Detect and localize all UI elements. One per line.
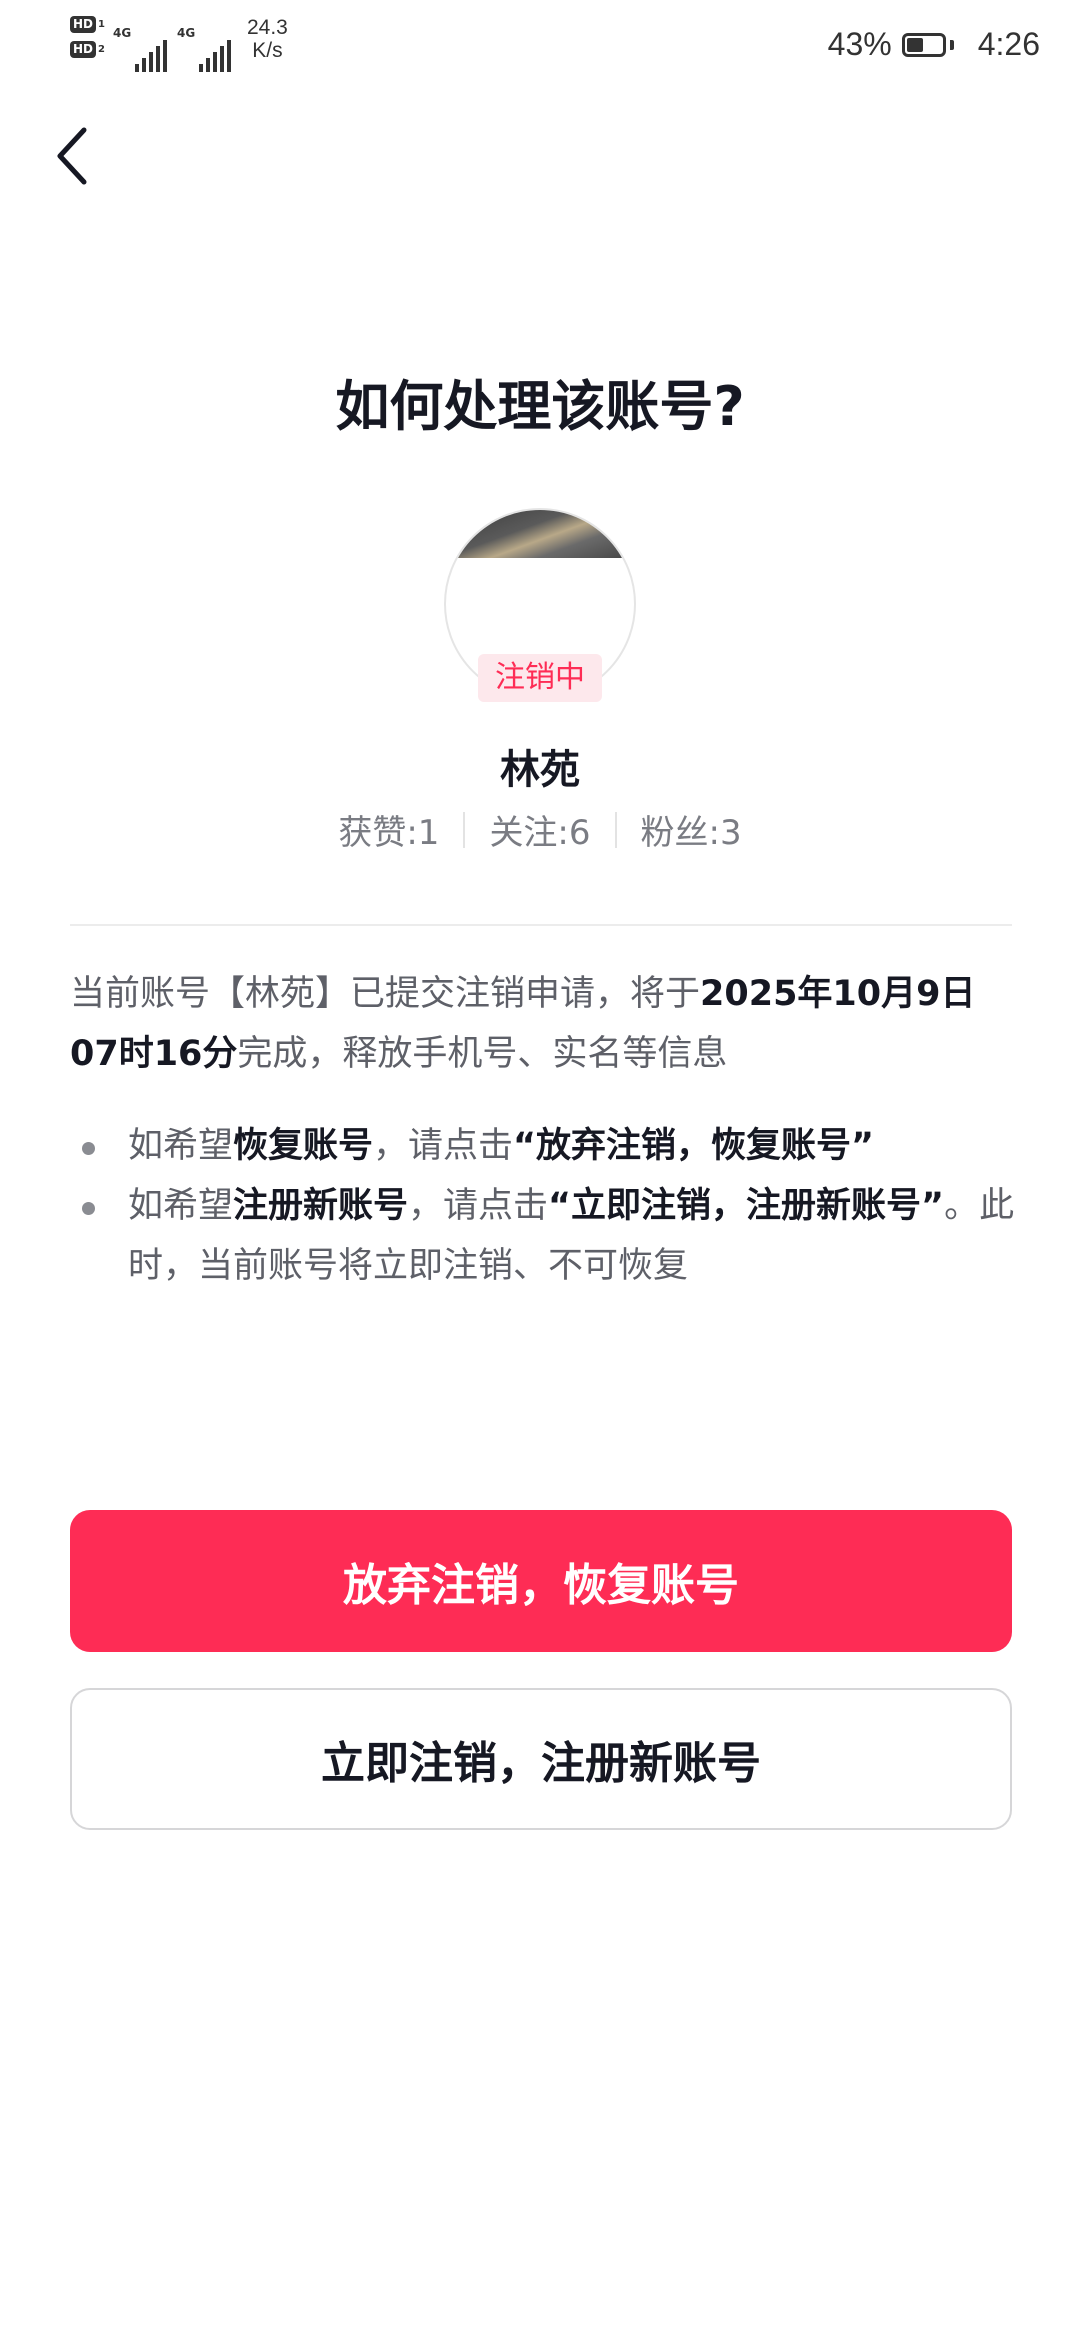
- hd-slot: 2: [98, 44, 105, 55]
- stat-value: 1: [417, 813, 440, 853]
- hd-label: HD: [70, 16, 97, 33]
- deactivation-notice: 当前账号【林苑】已提交注销申请，将于2025年10月9日07时16分完成，释放手…: [70, 964, 1020, 1084]
- profile-stats: 获赞:1 关注:6 粉丝:3: [0, 805, 1080, 854]
- notice-text: 当前账号【林苑】已提交注销申请，将于: [70, 974, 701, 1014]
- status-bar: HD 1 HD 2 4G 4G 24.3 K/s 43% 4:26: [0, 0, 1080, 96]
- signal-icon: 4G: [113, 16, 167, 72]
- status-left: HD 1 HD 2 4G 4G 24.3 K/s: [70, 16, 288, 80]
- option-list: 如希望恢复账号，请点击“放弃注销，恢复账号” 如希望注册新账号，请点击“立即注销…: [70, 1116, 1020, 1296]
- bullet-emphasis: 注册新账号: [233, 1186, 409, 1226]
- speed-value: 24.3: [246, 16, 288, 39]
- list-item: 如希望恢复账号，请点击“放弃注销，恢复账号”: [70, 1116, 1020, 1176]
- bullet-text: ，请点击: [373, 1126, 514, 1166]
- stat-followers: 粉丝:3: [617, 805, 766, 854]
- page-title: 如何处理该账号?: [335, 375, 745, 438]
- bullet-emphasis: “放弃注销，恢复账号”: [513, 1126, 875, 1166]
- battery-percent: 43%: [827, 26, 892, 62]
- stat-label: 获赞:: [338, 813, 418, 853]
- bullet-text: 如希望: [128, 1186, 234, 1226]
- section-divider: [70, 924, 1012, 926]
- back-button[interactable]: [44, 120, 100, 192]
- hd-indicator-2: HD 2: [70, 41, 105, 58]
- avatar-image: [446, 510, 634, 558]
- stat-label: 关注:: [489, 813, 569, 853]
- hd-indicators: HD 1 HD 2: [70, 16, 105, 58]
- network-type: 4G: [112, 26, 132, 40]
- bullet-text: ，请点击: [408, 1186, 549, 1226]
- network-type: 4G: [176, 26, 196, 40]
- restore-account-button[interactable]: 放弃注销，恢复账号: [70, 1510, 1012, 1652]
- bullet-text: 如希望: [128, 1126, 234, 1166]
- hd-indicator-1: HD 1: [70, 16, 105, 33]
- status-badge: 注销中: [478, 654, 602, 702]
- stat-following: 关注:6: [465, 805, 614, 854]
- status-right: 43% 4:26: [828, 26, 1040, 63]
- stat-likes: 获赞:1: [314, 805, 463, 854]
- register-new-account-button[interactable]: 立即注销，注册新账号: [70, 1688, 1012, 1830]
- hd-slot: 1: [98, 19, 105, 30]
- clock: 4:26: [977, 26, 1040, 62]
- battery-icon: [901, 32, 946, 57]
- username: 林苑: [500, 747, 580, 793]
- stat-label: 粉丝:: [640, 813, 721, 853]
- battery-cap: [949, 39, 954, 50]
- notice-text: 完成，释放手机号、实名等信息: [237, 1034, 728, 1074]
- signal-icon: 4G: [177, 16, 231, 72]
- bullet-emphasis: 恢复账号: [233, 1126, 374, 1166]
- stat-value: 6: [568, 813, 591, 853]
- list-item: 如希望注册新账号，请点击“立即注销，注册新账号”。此时，当前账号将立即注销、不可…: [70, 1176, 1020, 1296]
- network-speed: 24.3 K/s: [247, 16, 288, 62]
- speed-unit: K/s: [252, 39, 283, 62]
- back-arrow-icon: [57, 127, 87, 185]
- stat-value: 3: [720, 813, 742, 853]
- hd-label: HD: [70, 41, 97, 58]
- bullet-emphasis: “立即注销，注册新账号”: [548, 1186, 945, 1226]
